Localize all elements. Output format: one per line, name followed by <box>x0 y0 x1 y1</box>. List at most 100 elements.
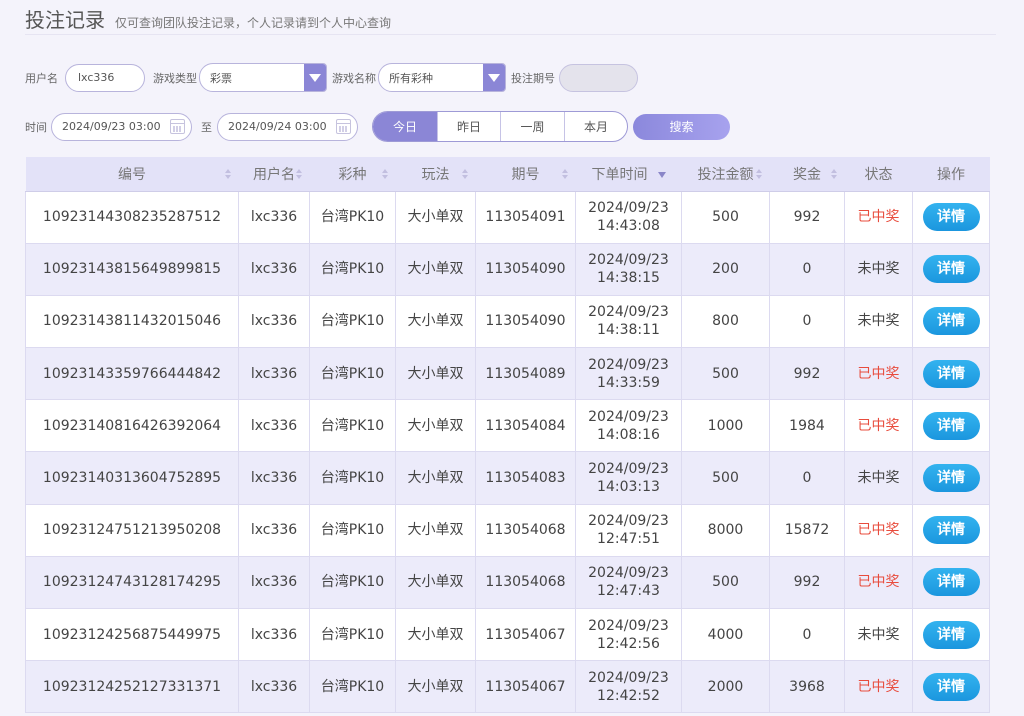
detail-button[interactable]: 详情 <box>922 568 980 597</box>
username-cell: lxc336 <box>238 399 310 453</box>
bonus-cell: 0 <box>769 294 845 349</box>
status-cell: 已中奖 <box>844 347 913 401</box>
status-cell: 未中奖 <box>844 294 913 349</box>
order-clock: 14:33:59 <box>597 374 660 391</box>
play-cell: 大小单双 <box>395 242 476 296</box>
period-cell: 113054067 <box>475 607 576 662</box>
play-cell: 大小单双 <box>395 399 476 453</box>
bonus-cell: 0 <box>769 607 845 662</box>
bet-records-table: 编号 用户名 彩种 玩法 期号 下单时间 投注金额 奖金 状态 操作 10923… <box>25 157 990 714</box>
amount-cell: 500 <box>681 190 770 244</box>
sort-icon[interactable] <box>381 168 390 179</box>
start-time-input[interactable]: 2024/09/23 03:00 <box>51 112 192 141</box>
lottery-cell: 台湾PK10 <box>309 555 396 610</box>
end-time-value: 2024/09/24 03:00 <box>228 120 327 133</box>
detail-button[interactable]: 详情 <box>922 359 980 388</box>
sort-icon[interactable] <box>295 168 304 179</box>
range-week-button[interactable]: 一周 <box>500 112 564 141</box>
game-name-select[interactable]: 所有彩种 <box>378 63 506 92</box>
game-name-value: 所有彩种 <box>389 71 433 85</box>
amount-cell: 800 <box>681 294 770 349</box>
table-header-row: 编号 用户名 彩种 玩法 期号 下单时间 投注金额 奖金 状态 操作 <box>25 157 990 192</box>
period-input[interactable] <box>559 63 638 92</box>
detail-button[interactable]: 详情 <box>922 464 980 493</box>
sort-icon[interactable] <box>461 168 470 179</box>
amount-cell: 1000 <box>681 399 770 453</box>
detail-button[interactable]: 详情 <box>922 411 980 440</box>
username-cell: lxc336 <box>238 242 310 296</box>
username-input[interactable]: lxc336 <box>65 63 145 92</box>
page-subtitle: 仅可查询团队投注记录，个人记录请到个人中心查询 <box>115 16 392 30</box>
sort-desc-icon[interactable] <box>657 171 666 178</box>
play-cell: 大小单双 <box>395 607 476 662</box>
col-header-amount[interactable]: 投注金额 <box>681 157 770 192</box>
detail-button[interactable]: 详情 <box>922 620 980 649</box>
page-header: 投注记录 仅可查询团队投注记录，个人记录请到个人中心查询 <box>25 4 1024 34</box>
game-type-select[interactable]: 彩票 <box>199 63 327 92</box>
table-row: 10923124751213950208 lxc336 台湾PK10 大小单双 1130… <box>25 503 990 557</box>
order-time-cell: 2024/09/23 14:43:08 <box>575 190 682 244</box>
bet-id-cell: 10923124252127331371 <box>25 660 239 714</box>
action-cell: 详情 <box>912 660 990 714</box>
sort-icon[interactable] <box>224 168 233 179</box>
amount-cell: 200 <box>681 242 770 296</box>
bet-id-cell: 10923124743128174295 <box>25 555 239 610</box>
status-cell: 未中奖 <box>844 607 913 662</box>
lottery-cell: 台湾PK10 <box>309 607 396 662</box>
col-header-order-time[interactable]: 下单时间 <box>575 157 682 192</box>
bonus-cell: 992 <box>769 347 845 401</box>
col-header-period[interactable]: 期号 <box>475 157 576 192</box>
col-header-lottery[interactable]: 彩种 <box>309 157 396 192</box>
sort-icon[interactable] <box>755 168 764 179</box>
col-header-play[interactable]: 玩法 <box>395 157 476 192</box>
detail-button[interactable]: 详情 <box>922 255 980 284</box>
chevron-down-icon <box>483 64 505 91</box>
order-clock: 14:38:11 <box>597 322 660 339</box>
order-clock: 12:42:56 <box>597 635 660 652</box>
calendar-icon[interactable] <box>336 119 351 134</box>
end-time-input[interactable]: 2024/09/24 03:00 <box>217 112 358 141</box>
order-date: 2024/09/23 <box>588 200 669 217</box>
status-cell: 已中奖 <box>844 555 913 610</box>
period-cell: 113054084 <box>475 399 576 453</box>
amount-cell: 500 <box>681 451 770 505</box>
period-label: 投注期号 <box>511 71 555 85</box>
col-header-id[interactable]: 编号 <box>25 157 239 192</box>
status-cell: 已中奖 <box>844 190 913 244</box>
order-clock: 14:43:08 <box>597 218 660 235</box>
table-row: 10923143811432015046 lxc336 台湾PK10 大小单双 1130… <box>25 294 990 349</box>
username-cell: lxc336 <box>238 607 310 662</box>
order-date: 2024/09/23 <box>588 617 669 634</box>
range-month-button[interactable]: 本月 <box>564 112 627 141</box>
range-yesterday-button[interactable]: 昨日 <box>437 112 500 141</box>
sort-icon[interactable] <box>830 168 839 179</box>
table-row: 10923144308235287512 lxc336 台湾PK10 大小单双 1130… <box>25 190 990 244</box>
range-today-button[interactable]: 今日 <box>373 112 437 141</box>
username-cell: lxc336 <box>238 660 310 714</box>
calendar-icon[interactable] <box>170 119 185 134</box>
detail-button[interactable]: 详情 <box>922 307 980 336</box>
detail-button[interactable]: 详情 <box>922 672 980 701</box>
time-label: 时间 <box>25 120 47 134</box>
bonus-cell: 0 <box>769 451 845 505</box>
col-header-status: 状态 <box>844 157 913 192</box>
bet-id-cell: 10923140313604752895 <box>25 451 239 505</box>
period-cell: 113054090 <box>475 294 576 349</box>
search-button[interactable]: 搜索 <box>633 113 730 140</box>
filter-row-2: 时间 2024/09/23 03:00 至 2024/09/24 03:00 今… <box>25 111 730 142</box>
sort-icon[interactable] <box>561 168 570 179</box>
order-clock: 14:08:16 <box>597 426 660 443</box>
action-cell: 详情 <box>912 347 990 401</box>
bet-id-cell: 10923140816426392064 <box>25 399 239 453</box>
detail-button[interactable]: 详情 <box>922 516 980 545</box>
col-header-bonus[interactable]: 奖金 <box>769 157 845 192</box>
order-time-cell: 2024/09/23 12:47:51 <box>575 503 682 557</box>
detail-button[interactable]: 详情 <box>922 203 980 232</box>
order-date: 2024/09/23 <box>588 252 669 269</box>
order-time-cell: 2024/09/23 12:42:56 <box>575 607 682 662</box>
bonus-cell: 0 <box>769 242 845 296</box>
action-cell: 详情 <box>912 607 990 662</box>
game-type-value: 彩票 <box>210 71 232 85</box>
order-clock: 12:42:52 <box>597 687 660 704</box>
col-header-user[interactable]: 用户名 <box>238 157 310 192</box>
